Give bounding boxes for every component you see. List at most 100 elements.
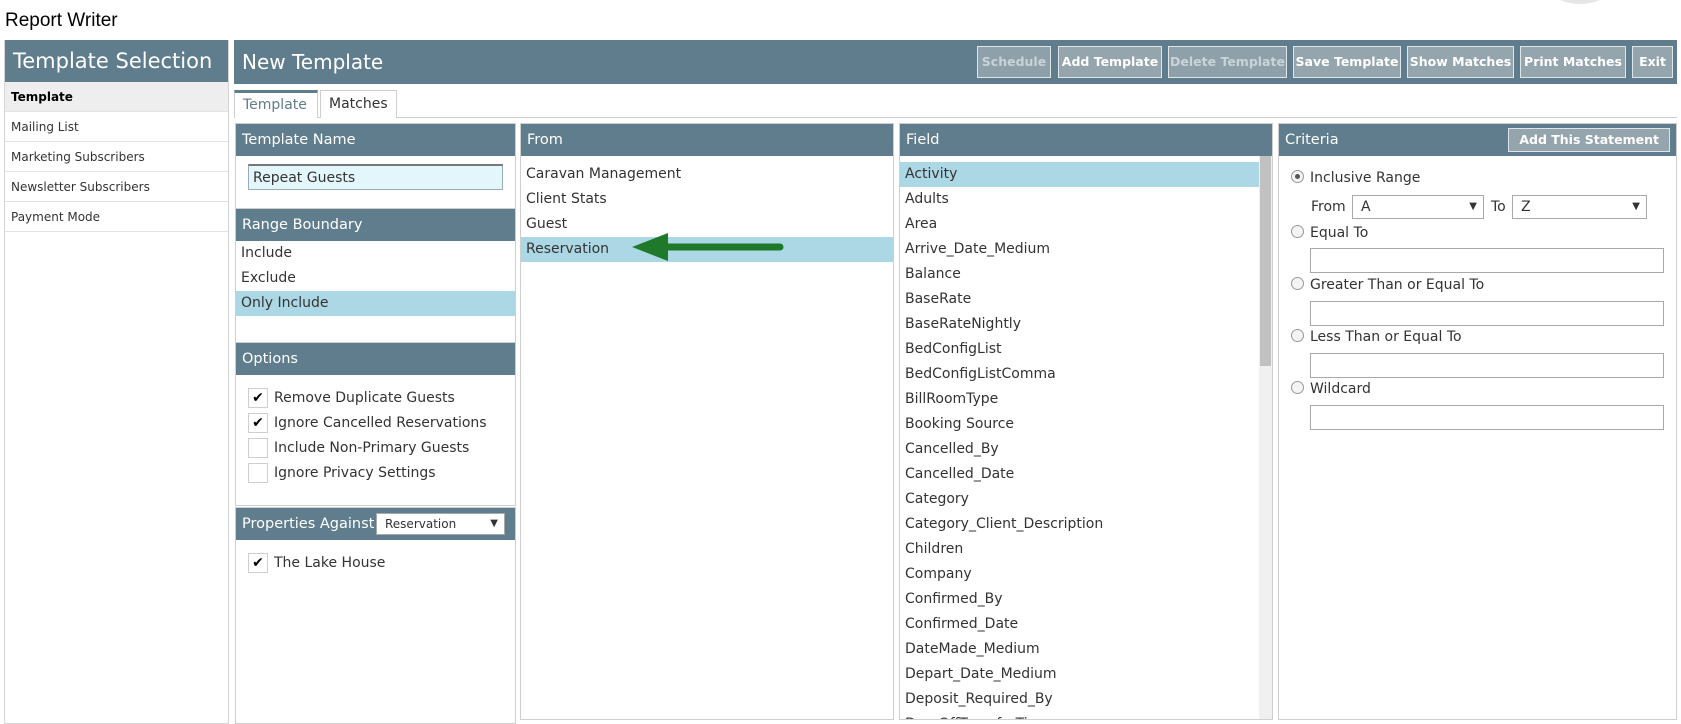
app-title: Report Writer xyxy=(5,10,118,31)
field-list-item[interactable]: Category xyxy=(900,487,1259,512)
radio-less-than-or-equal[interactable]: Less Than or Equal To xyxy=(1291,327,1462,347)
chevron-down-icon: ▼ xyxy=(490,518,498,529)
properties-against-select[interactable]: Reservation ▼ xyxy=(376,513,505,535)
range-to-select[interactable]: Z ▼ xyxy=(1512,195,1647,219)
template-name-panel: Template Name xyxy=(235,123,516,209)
properties-label: Properties Against xyxy=(242,516,375,532)
from-panel: From Caravan Management Client Stats Gue… xyxy=(520,123,894,720)
range-to-value: Z xyxy=(1521,199,1531,215)
field-list-item[interactable]: Deposit_Required_By xyxy=(900,687,1259,712)
chevron-down-icon: ▼ xyxy=(1632,201,1640,212)
radio-button[interactable] xyxy=(1291,329,1304,342)
field-list-item[interactable]: BillRoomType xyxy=(900,387,1259,412)
delete-template-button[interactable]: Delete Template xyxy=(1168,46,1287,78)
option-label: Ignore Privacy Settings xyxy=(274,465,436,481)
checkbox-checked[interactable]: ✔ xyxy=(248,553,268,573)
range-from-select[interactable]: A ▼ xyxy=(1352,195,1484,219)
field-list-item[interactable]: BedConfigList xyxy=(900,337,1259,362)
from-label: From xyxy=(1311,199,1346,215)
field-list-item[interactable]: Company xyxy=(900,562,1259,587)
sidebar-item-payment-mode[interactable]: Payment Mode xyxy=(5,202,228,232)
field-list-item[interactable]: BaseRateNightly xyxy=(900,312,1259,337)
field-list-item[interactable]: Balance xyxy=(900,262,1259,287)
page-title: New Template xyxy=(242,50,384,74)
radio-button[interactable] xyxy=(1291,225,1304,238)
field-list-item[interactable]: DropOffTransferTime xyxy=(900,712,1259,719)
tab-template[interactable]: Template xyxy=(234,90,318,118)
field-list-item[interactable]: Confirmed_Date xyxy=(900,612,1259,637)
option-ignore-cancelled-reservations[interactable]: ✔ Ignore Cancelled Reservations xyxy=(248,411,487,435)
radio-label: Wildcard xyxy=(1310,381,1371,397)
checkbox-checked[interactable]: ✔ xyxy=(248,388,268,408)
equal-to-input[interactable] xyxy=(1310,248,1664,273)
field-list-item[interactable]: Category_Client_Description xyxy=(900,512,1259,537)
option-ignore-privacy-settings[interactable]: Ignore Privacy Settings xyxy=(248,461,436,485)
range-include-option[interactable]: Include xyxy=(236,241,515,266)
property-label: The Lake House xyxy=(274,555,386,571)
exit-button[interactable]: Exit xyxy=(1632,46,1673,78)
properties-panel: Properties Against Reservation ▼ ✔ The La… xyxy=(235,507,516,724)
field-list-item[interactable]: BaseRate xyxy=(900,287,1259,312)
wildcard-input[interactable] xyxy=(1310,405,1664,430)
from-item-caravan-management[interactable]: Caravan Management xyxy=(521,162,893,187)
radio-button-checked[interactable] xyxy=(1291,170,1304,183)
range-boundary-header: Range Boundary xyxy=(236,209,515,241)
radio-equal-to[interactable]: Equal To xyxy=(1291,223,1368,243)
from-item-client-stats[interactable]: Client Stats xyxy=(521,187,893,212)
field-list-item[interactable]: Confirmed_By xyxy=(900,587,1259,612)
green-arrow-annotation xyxy=(632,233,784,261)
field-scrollbar[interactable] xyxy=(1259,156,1272,719)
radio-wildcard[interactable]: Wildcard xyxy=(1291,379,1371,399)
checkbox-unchecked[interactable] xyxy=(248,438,268,458)
sidebar-item-newsletter-subscribers[interactable]: Newsletter Subscribers xyxy=(5,172,228,202)
field-list-item[interactable]: Depart_Date_Medium xyxy=(900,662,1259,687)
field-list-item[interactable]: Area xyxy=(900,212,1259,237)
sidebar-item-marketing-subscribers[interactable]: Marketing Subscribers xyxy=(5,142,228,172)
field-list-item[interactable]: Booking Source xyxy=(900,412,1259,437)
checkbox-checked[interactable]: ✔ xyxy=(248,413,268,433)
radio-inclusive-range[interactable]: Inclusive Range xyxy=(1291,168,1420,188)
field-list-item[interactable]: Adults xyxy=(900,187,1259,212)
criteria-label: Criteria xyxy=(1285,132,1339,148)
options-panel: Options ✔ Remove Duplicate Guests ✔ Ignore… xyxy=(235,342,516,506)
range-exclude-option[interactable]: Exclude xyxy=(236,266,515,291)
greater-than-or-equal-input[interactable] xyxy=(1310,301,1664,326)
field-list-item[interactable]: DateMade_Medium xyxy=(900,637,1259,662)
field-list-item[interactable]: Cancelled_By xyxy=(900,437,1259,462)
schedule-button[interactable]: Schedule xyxy=(977,46,1051,78)
property-the-lake-house[interactable]: ✔ The Lake House xyxy=(248,551,385,575)
save-template-button[interactable]: Save Template xyxy=(1293,46,1401,78)
radio-label: Inclusive Range xyxy=(1310,170,1421,186)
add-template-button[interactable]: Add Template xyxy=(1058,46,1162,78)
field-list-item[interactable]: Children xyxy=(900,537,1259,562)
option-remove-duplicate-guests[interactable]: ✔ Remove Duplicate Guests xyxy=(248,386,455,410)
tab-divider xyxy=(234,117,1677,118)
chevron-down-icon: ▼ xyxy=(1469,201,1477,212)
checkbox-unchecked[interactable] xyxy=(248,463,268,483)
range-only-include-option[interactable]: Only Include xyxy=(236,291,515,316)
radio-button[interactable] xyxy=(1291,277,1304,290)
field-list-item[interactable]: BedConfigListComma xyxy=(900,362,1259,387)
field-scrollbar-thumb[interactable] xyxy=(1260,156,1271,366)
radio-button[interactable] xyxy=(1291,381,1304,394)
less-than-or-equal-input[interactable] xyxy=(1310,353,1664,378)
field-list-item[interactable]: Activity xyxy=(900,162,1259,187)
show-matches-button[interactable]: Show Matches xyxy=(1407,46,1514,78)
sidebar-item-template[interactable]: Template xyxy=(5,82,228,112)
option-include-non-primary-guests[interactable]: Include Non-Primary Guests xyxy=(248,436,469,460)
radio-label: Equal To xyxy=(1310,225,1369,241)
range-from-value: A xyxy=(1361,199,1371,215)
field-list-item[interactable]: Arrive_Date_Medium xyxy=(900,237,1259,262)
template-name-header: Template Name xyxy=(236,124,515,156)
template-name-input[interactable] xyxy=(248,164,503,190)
properties-header: Properties Against Reservation ▼ xyxy=(236,508,515,540)
add-statement-button[interactable]: Add This Statement xyxy=(1508,128,1670,152)
range-boundary-panel: Range Boundary Include Exclude Only Incl… xyxy=(235,208,516,343)
radio-label: Less Than or Equal To xyxy=(1310,329,1462,345)
sidebar-item-mailing-list[interactable]: Mailing List xyxy=(5,112,228,142)
field-list-item[interactable]: Cancelled_Date xyxy=(900,462,1259,487)
print-matches-button[interactable]: Print Matches xyxy=(1520,46,1626,78)
radio-greater-than-or-equal[interactable]: Greater Than or Equal To xyxy=(1291,275,1484,295)
main-header: New Template Schedule Add Template Delet… xyxy=(234,40,1677,84)
tab-matches[interactable]: Matches xyxy=(320,90,397,118)
